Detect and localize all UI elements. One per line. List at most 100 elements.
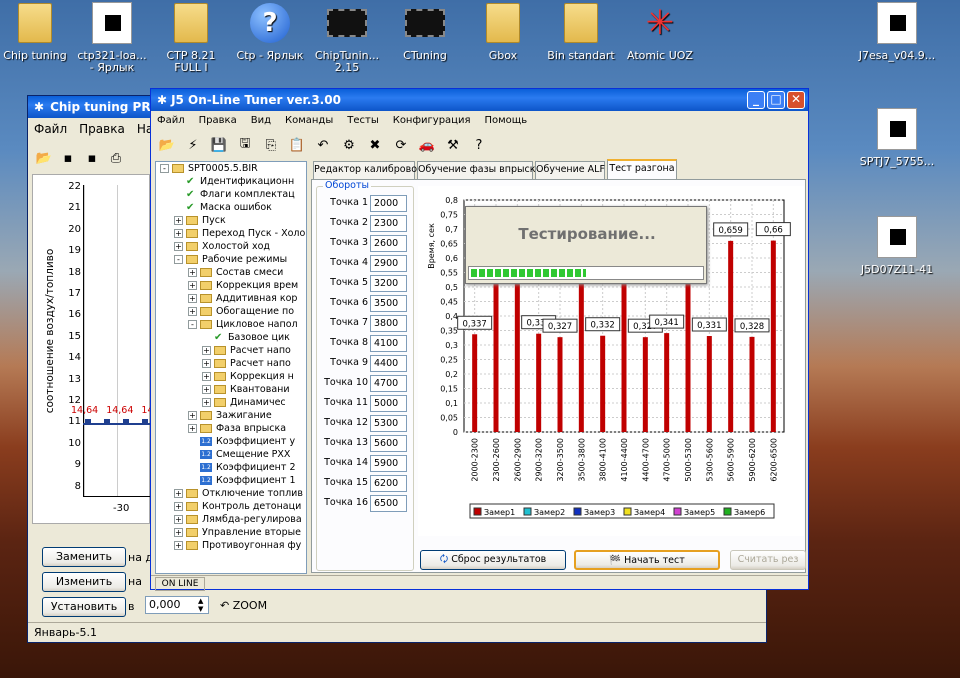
- expand-icon[interactable]: +: [174, 229, 183, 238]
- tree-item[interactable]: + Отключение топлив: [156, 487, 306, 500]
- menu-item[interactable]: Помощь: [485, 115, 528, 126]
- help-icon[interactable]: ?: [469, 135, 489, 155]
- tree-item[interactable]: + Состав смеси: [156, 266, 306, 279]
- point-rpm-input[interactable]: 4700: [370, 375, 407, 392]
- desktop-icon[interactable]: SPTJ7_5755...: [852, 108, 942, 168]
- tree-item[interactable]: + Динамичес: [156, 396, 306, 409]
- point-rpm-input[interactable]: 5000: [370, 395, 407, 412]
- expand-icon[interactable]: +: [188, 424, 197, 433]
- set-button[interactable]: Установить: [42, 597, 126, 617]
- tree-item[interactable]: + Пуск: [156, 214, 306, 227]
- replace-button[interactable]: Заменить: [42, 547, 126, 567]
- point-rpm-input[interactable]: 2300: [370, 215, 407, 232]
- read-results-button[interactable]: Считать рез: [730, 550, 806, 570]
- expand-icon[interactable]: +: [202, 398, 211, 407]
- desktop-icon[interactable]: CTP 8.21 FULL I: [146, 2, 236, 74]
- engine-cross-icon[interactable]: ✖: [365, 135, 385, 155]
- back-menu-edit[interactable]: Правка: [79, 122, 125, 136]
- tree-item[interactable]: + Расчет напо: [156, 357, 306, 370]
- tree-item[interactable]: 1.2 Коэффициент у: [156, 435, 306, 448]
- point-rpm-input[interactable]: 2900: [370, 255, 407, 272]
- point-rpm-input[interactable]: 6500: [370, 495, 407, 512]
- main-titlebar[interactable]: ✱ J5 On-Line Tuner ver.3.00 _ □ ✕: [151, 89, 808, 111]
- expand-icon[interactable]: +: [188, 307, 197, 316]
- zoom-label[interactable]: ZOOM: [233, 599, 267, 612]
- tree-item[interactable]: 1.2 Коэффициент 2: [156, 461, 306, 474]
- expand-icon[interactable]: +: [188, 268, 197, 277]
- paste-icon[interactable]: 📋: [287, 135, 307, 155]
- point-rpm-input[interactable]: 3800: [370, 315, 407, 332]
- tree-item[interactable]: + Контроль детонаци: [156, 500, 306, 513]
- tree-item[interactable]: ✔ Базовое цик: [156, 331, 306, 344]
- zoom-icon[interactable]: ↶: [220, 599, 229, 612]
- point-rpm-input[interactable]: 4400: [370, 355, 407, 372]
- save-icon[interactable]: ▪: [58, 148, 78, 168]
- expand-icon[interactable]: +: [174, 242, 183, 251]
- tab-1[interactable]: Обучение фазы впрыска: [417, 161, 541, 179]
- expand-icon[interactable]: +: [202, 385, 211, 394]
- expand-icon[interactable]: +: [202, 346, 211, 355]
- point-rpm-input[interactable]: 6200: [370, 475, 407, 492]
- desktop-icon[interactable]: Bin standart: [536, 2, 626, 62]
- tree-item[interactable]: + Коррекция врем: [156, 279, 306, 292]
- open-icon[interactable]: 📂: [157, 135, 177, 155]
- tree-item[interactable]: ✔ Флаги комплектац: [156, 188, 306, 201]
- desktop-icon[interactable]: ctp321-loa... - Ярлык: [67, 2, 157, 74]
- edit-button[interactable]: Изменить: [42, 572, 126, 592]
- tree-item[interactable]: + Обогащение по: [156, 305, 306, 318]
- open-icon[interactable]: 📂: [34, 148, 54, 168]
- menu-item[interactable]: Файл: [157, 115, 185, 126]
- refresh-icon[interactable]: ⟳: [391, 135, 411, 155]
- point-rpm-input[interactable]: 5900: [370, 455, 407, 472]
- expand-icon[interactable]: +: [174, 541, 183, 550]
- collapse-icon[interactable]: -: [174, 255, 183, 264]
- expand-icon[interactable]: +: [174, 515, 183, 524]
- tree-item[interactable]: + Фаза впрыска: [156, 422, 306, 435]
- car-icon[interactable]: 🚗: [417, 135, 437, 155]
- expand-icon[interactable]: +: [174, 216, 183, 225]
- tool-icon[interactable]: ⚒: [443, 135, 463, 155]
- point-rpm-input[interactable]: 3200: [370, 275, 407, 292]
- calibration-tree[interactable]: - SPT0005.5.BIR ✔ Идентификационн ✔ Флаги ком…: [155, 161, 307, 574]
- desktop-icon[interactable]: Gbox: [458, 2, 548, 62]
- tree-item[interactable]: + Лямбда-регулирова: [156, 513, 306, 526]
- engine-icon[interactable]: ⚙: [339, 135, 359, 155]
- expand-icon[interactable]: +: [202, 372, 211, 381]
- tab-2[interactable]: Обучение ALF: [535, 161, 605, 179]
- tree-item[interactable]: + Холостой ход: [156, 240, 306, 253]
- tree-item[interactable]: ✔ Идентификационн: [156, 175, 306, 188]
- back-menu-file[interactable]: Файл: [34, 122, 67, 136]
- point-rpm-input[interactable]: 3500: [370, 295, 407, 312]
- collapse-icon[interactable]: -: [160, 164, 169, 173]
- expand-icon[interactable]: +: [188, 411, 197, 420]
- tree-item[interactable]: + Коррекция н: [156, 370, 306, 383]
- tree-item[interactable]: + Зажигание: [156, 409, 306, 422]
- print-icon[interactable]: ⎙: [106, 148, 126, 168]
- tree-item[interactable]: + Противоугонная фу: [156, 539, 306, 552]
- collapse-icon[interactable]: -: [188, 320, 197, 329]
- expand-icon[interactable]: +: [188, 281, 197, 290]
- menu-item[interactable]: Команды: [285, 115, 333, 126]
- menu-item[interactable]: Конфигурация: [393, 115, 471, 126]
- point-rpm-input[interactable]: 2000: [370, 195, 407, 212]
- j5-tuner-window[interactable]: ✱ J5 On-Line Tuner ver.3.00 _ □ ✕ Файл Пра…: [150, 88, 809, 591]
- menu-item[interactable]: Правка: [199, 115, 237, 126]
- desktop-icon[interactable]: J5D07Z11-41: [852, 216, 942, 276]
- tree-item[interactable]: ✔ Маска ошибок: [156, 201, 306, 214]
- copy-icon[interactable]: ⎘: [261, 135, 281, 155]
- tree-item[interactable]: - Рабочие режимы: [156, 253, 306, 266]
- save-as-icon[interactable]: 🖫: [235, 135, 255, 155]
- close-button[interactable]: ✕: [787, 91, 805, 109]
- tree-item[interactable]: + Расчет напо: [156, 344, 306, 357]
- point-rpm-input[interactable]: 2600: [370, 235, 407, 252]
- tree-item[interactable]: + Квантовани: [156, 383, 306, 396]
- tab-0[interactable]: Редактор калибровок: [313, 161, 423, 179]
- expand-icon[interactable]: +: [188, 294, 197, 303]
- expand-icon[interactable]: +: [174, 502, 183, 511]
- expand-icon[interactable]: +: [174, 489, 183, 498]
- save-icon[interactable]: 💾: [209, 135, 229, 155]
- expand-icon[interactable]: +: [202, 359, 211, 368]
- menu-item[interactable]: Вид: [251, 115, 271, 126]
- flash-icon[interactable]: ⚡: [183, 135, 203, 155]
- start-test-button[interactable]: 🏁 Начать тест: [574, 550, 720, 570]
